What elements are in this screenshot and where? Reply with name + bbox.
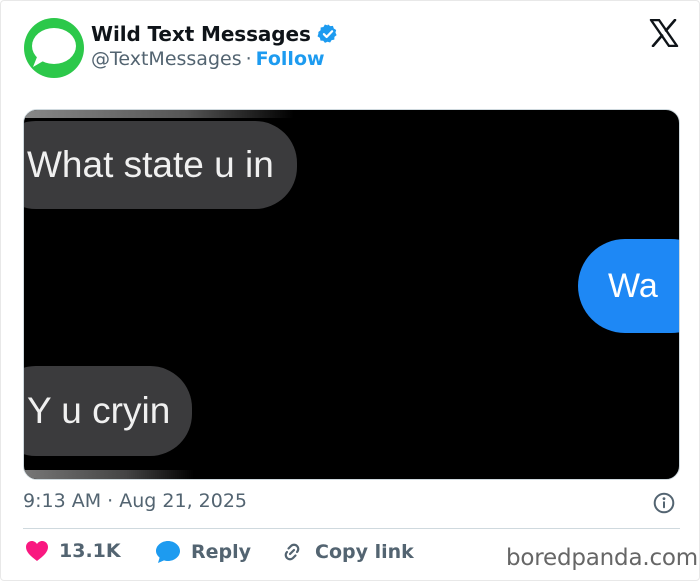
received-message-bubble: What state u in bbox=[24, 121, 297, 209]
copy-link-button[interactable]: Copy link bbox=[279, 540, 414, 564]
like-button[interactable]: 13.1K bbox=[25, 540, 121, 562]
follow-button[interactable]: Follow bbox=[256, 48, 325, 70]
date: Aug 21, 2025 bbox=[119, 490, 247, 512]
tweet-timestamp[interactable]: 9:13 AM · Aug 21, 2025 bbox=[23, 490, 247, 512]
separator-dot: · bbox=[107, 490, 114, 512]
info-icon[interactable] bbox=[653, 492, 675, 514]
received-message-bubble: Y u cryin bbox=[24, 366, 192, 456]
message-text: Y u cryin bbox=[27, 390, 171, 431]
link-icon bbox=[284, 543, 300, 561]
like-count: 13.1K bbox=[59, 540, 121, 562]
heart-icon bbox=[26, 541, 48, 561]
reply-label: Reply bbox=[191, 541, 252, 563]
sent-message-bubble: Wa bbox=[578, 239, 679, 333]
tweet-embed-card: Wild Text Messages @TextMessages · Follow … bbox=[0, 0, 700, 581]
cropped-bubble-edge bbox=[24, 110, 294, 118]
x-logo-icon[interactable] bbox=[649, 19, 679, 47]
cropped-bubble-edge bbox=[24, 470, 194, 479]
handle-line: @TextMessages · Follow bbox=[91, 48, 325, 70]
author-name-line: Wild Text Messages bbox=[91, 22, 339, 46]
watermark: boredpanda.com bbox=[506, 545, 698, 571]
reply-button[interactable]: Reply bbox=[155, 540, 251, 564]
tweet-media-image[interactable]: What state u in Wa Y u cryin bbox=[23, 109, 680, 480]
avatar[interactable] bbox=[23, 17, 85, 79]
copy-link-label: Copy link bbox=[315, 541, 414, 563]
verified-badge-icon bbox=[317, 24, 337, 43]
divider bbox=[23, 528, 680, 529]
display-name[interactable]: Wild Text Messages bbox=[91, 22, 311, 46]
time: 9:13 AM bbox=[23, 490, 102, 512]
message-text: Wa bbox=[608, 266, 658, 305]
handle[interactable]: @TextMessages bbox=[91, 48, 242, 70]
separator-dot: · bbox=[245, 48, 252, 70]
message-text: What state u in bbox=[27, 144, 274, 185]
speech-bubble-icon bbox=[156, 541, 180, 563]
